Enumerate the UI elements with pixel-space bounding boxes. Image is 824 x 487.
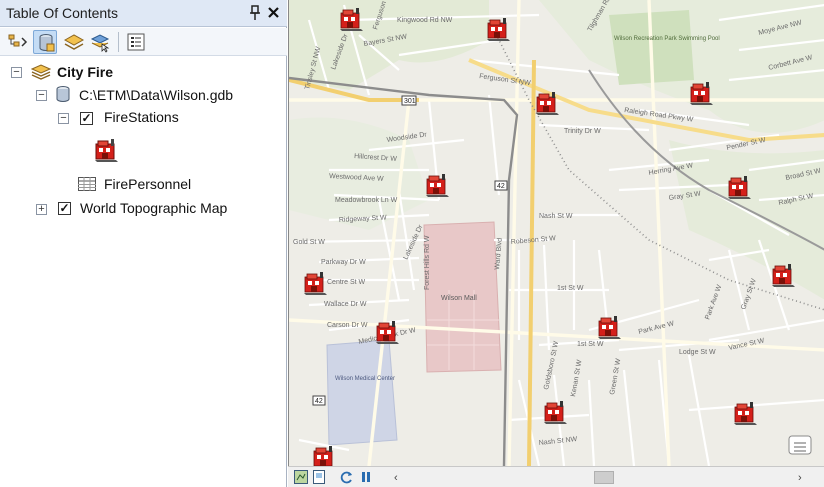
basemap-layer[interactable]: World Topographic Map xyxy=(80,200,227,216)
street-label: Lodge St W xyxy=(679,349,716,356)
refresh-icon[interactable] xyxy=(340,470,354,484)
poi-label: Wilson Mall xyxy=(441,295,477,302)
toc-header: Table Of Contents xyxy=(0,0,287,27)
map-status-bar: ‹ › xyxy=(288,466,824,487)
street-label: Gold St W xyxy=(293,239,325,246)
street-label: 1st St W xyxy=(557,285,584,292)
table-icon xyxy=(78,177,96,194)
geodatabase-path[interactable]: C:\ETM\Data\Wilson.gdb xyxy=(79,87,233,103)
list-by-selection-button[interactable] xyxy=(88,30,112,54)
list-by-visibility-button[interactable] xyxy=(62,30,86,54)
street-label: Forest Hills Rd W xyxy=(424,235,431,290)
toc-title: Table Of Contents xyxy=(6,5,119,21)
scroll-thumb[interactable] xyxy=(594,471,614,484)
table-of-contents-panel: Table Of Contents − City Fire − C:\ETM\D… xyxy=(0,0,287,487)
options-button[interactable] xyxy=(124,30,148,54)
pause-icon[interactable] xyxy=(359,470,373,484)
street-label: Kingwood Rd NW xyxy=(397,17,453,24)
basemap-visibility-checkbox[interactable]: ✓ xyxy=(58,202,71,215)
toc-toolbar xyxy=(0,28,287,56)
toolbar-separator xyxy=(118,32,119,52)
poi-label: Wilson Medical Center xyxy=(335,376,395,382)
expand-collapse-firestations[interactable]: − xyxy=(58,113,69,124)
list-by-drawing-order-button[interactable] xyxy=(6,30,30,54)
map-overview-icon xyxy=(788,435,812,455)
expand-collapse-basemap[interactable]: + xyxy=(36,204,47,215)
toc-tree: − City Fire − C:\ETM\Data\Wilson.gdb − ✓… xyxy=(0,57,287,487)
firestations-visibility-checkbox[interactable]: ✓ xyxy=(80,112,93,125)
firestations-layer[interactable]: FireStations xyxy=(104,109,179,125)
pin-icon[interactable] xyxy=(248,4,262,22)
street-label: Wallace Dr W xyxy=(324,301,367,308)
layout-view-icon[interactable] xyxy=(312,470,326,484)
street-label: Centre St W xyxy=(327,279,366,286)
svg-text:301: 301 xyxy=(404,98,416,105)
street-label: Nash St W xyxy=(539,213,573,220)
expand-collapse-geodatabase[interactable]: − xyxy=(36,90,47,101)
map-name[interactable]: City Fire xyxy=(57,64,113,80)
expand-collapse-city-fire[interactable]: − xyxy=(11,67,22,78)
svg-text:42: 42 xyxy=(315,398,323,405)
horizontal-scrollbar[interactable]: ‹ › xyxy=(388,471,808,484)
svg-text:42: 42 xyxy=(497,183,505,190)
street-label: Trinity Dr W xyxy=(564,128,601,135)
poi-label: Wilson Recreation Park Swimming Pool xyxy=(614,36,720,42)
street-label: Meadowbrook Ln W xyxy=(335,197,398,204)
fire-station-legend-icon xyxy=(93,137,119,166)
close-icon[interactable] xyxy=(266,3,282,21)
layers-icon xyxy=(30,63,52,84)
street-label: Carson Dr W xyxy=(327,322,368,329)
medical-center-area xyxy=(326,339,398,446)
street-label: 1st St W xyxy=(577,341,604,348)
scroll-left-arrow[interactable]: ‹ xyxy=(394,472,398,484)
map-view[interactable]: 301 42 42 Kingwood Rd NW Ferguson St NW … xyxy=(288,0,824,466)
street-label: Parkway Dr W xyxy=(321,259,366,266)
list-by-source-button[interactable] xyxy=(33,30,57,54)
data-view-icon[interactable] xyxy=(294,470,308,484)
scroll-right-arrow[interactable]: › xyxy=(798,472,802,484)
firepersonnel-table[interactable]: FirePersonnel xyxy=(104,176,191,192)
geodatabase-icon xyxy=(55,85,71,106)
